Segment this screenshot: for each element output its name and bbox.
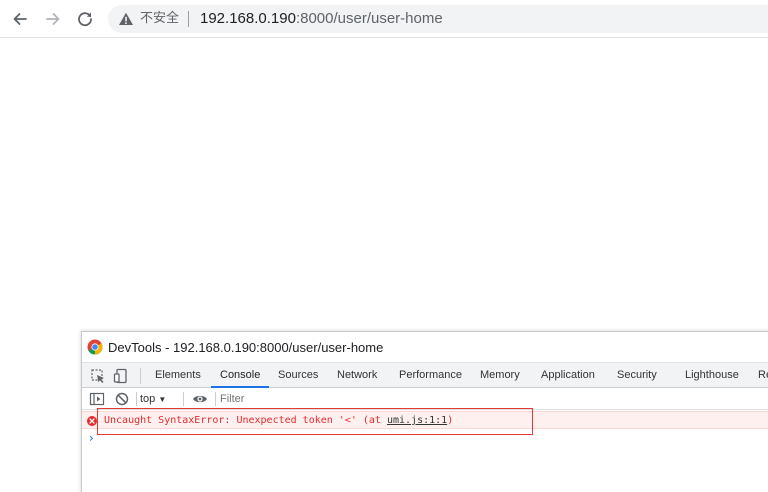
console-toolbar-divider [136,392,137,406]
inspect-element-icon[interactable] [90,368,106,384]
back-button[interactable] [8,7,32,31]
caret-down-icon: ▼ [158,395,167,404]
error-message-text: Uncaught SyntaxError: Unexpected token '… [104,414,453,428]
console-prompt[interactable]: › [89,431,94,445]
console-error-message[interactable]: Uncaught SyntaxError: Unexpected token '… [82,411,768,429]
tab-memory[interactable]: Memory [480,363,520,388]
tab-performance[interactable]: Performance [399,363,462,388]
sidebar-toggle-icon[interactable] [89,391,105,407]
forward-button[interactable] [41,7,65,31]
devtools-window: DevTools - 192.168.0.190:8000/user/user-… [81,331,768,492]
eye-icon[interactable] [192,391,208,407]
device-toolbar-icon[interactable] [113,368,129,384]
chrome-logo-icon [87,339,103,355]
warning-triangle-icon[interactable] [118,11,134,27]
address-bar[interactable]: 不安全 192.168.0.190:8000/user/user-home [108,5,768,33]
chevron-right-icon: › [89,431,94,445]
tab-overflow[interactable]: Re [758,363,768,388]
url-host: 192.168.0.190 [200,10,296,27]
reload-icon [78,12,92,27]
devtools-tab-bar: Elements Console Sources Network Perform… [82,362,768,388]
tab-console[interactable]: Console [211,363,270,388]
devtools-title: DevTools - 192.168.0.190:8000/user/user-… [108,340,384,355]
tab-lighthouse[interactable]: Lighthouse [685,363,739,388]
clear-console-icon[interactable] [114,391,130,407]
tab-sources[interactable]: Sources [278,363,318,388]
devtools-titlebar: DevTools - 192.168.0.190:8000/user/user-… [82,332,768,362]
reload-button[interactable] [73,7,97,31]
source-link[interactable]: umi.js:1:1 [387,415,447,426]
security-status-label[interactable]: 不安全 [140,11,179,27]
tab-application[interactable]: Application [541,363,595,388]
arrow-left-icon [13,13,27,25]
context-selector-label: top [140,393,156,405]
omnibox-divider [188,11,189,27]
console-toolbar-divider [215,392,216,406]
url-path: :8000/user/user-home [295,10,443,27]
url-text[interactable]: 192.168.0.190:8000/user/user-home [200,10,443,28]
browser-toolbar: 不安全 192.168.0.190:8000/user/user-home [0,0,768,38]
error-message-body: Uncaught SyntaxError: Unexpected token '… [104,415,387,426]
tab-security[interactable]: Security [617,363,657,388]
context-selector[interactable]: top ▼ [140,390,166,408]
console-toolbar-divider [183,392,184,406]
filter-input[interactable] [220,390,768,408]
arrow-right-icon [46,13,60,25]
tab-bar-divider [140,368,141,384]
tab-elements[interactable]: Elements [155,363,201,388]
error-message-suffix: ) [447,415,454,426]
error-icon [87,416,97,426]
console-toolbar: top ▼ [82,388,768,410]
tab-network[interactable]: Network [337,363,377,388]
